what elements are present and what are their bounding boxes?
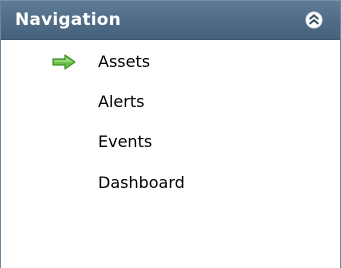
green-arrow-right-icon <box>52 54 76 70</box>
nav-item-dashboard[interactable]: Dashboard <box>1 163 340 203</box>
nav-item-assets[interactable]: Assets <box>1 42 340 82</box>
nav-item-label: Alerts <box>98 92 145 111</box>
navigation-panel: Navigation Assets Alerts Events Dashboar… <box>0 0 341 268</box>
nav-item-events[interactable]: Events <box>1 122 340 162</box>
nav-item-label: Assets <box>98 52 151 71</box>
nav-item-label: Events <box>98 132 153 151</box>
nav-item-alerts[interactable]: Alerts <box>1 82 340 122</box>
nav-item-label: Dashboard <box>98 173 185 192</box>
collapse-button[interactable] <box>305 11 323 29</box>
navigation-header: Navigation <box>1 0 340 40</box>
navigation-title: Navigation <box>15 10 121 30</box>
double-chevron-up-icon <box>305 11 323 29</box>
